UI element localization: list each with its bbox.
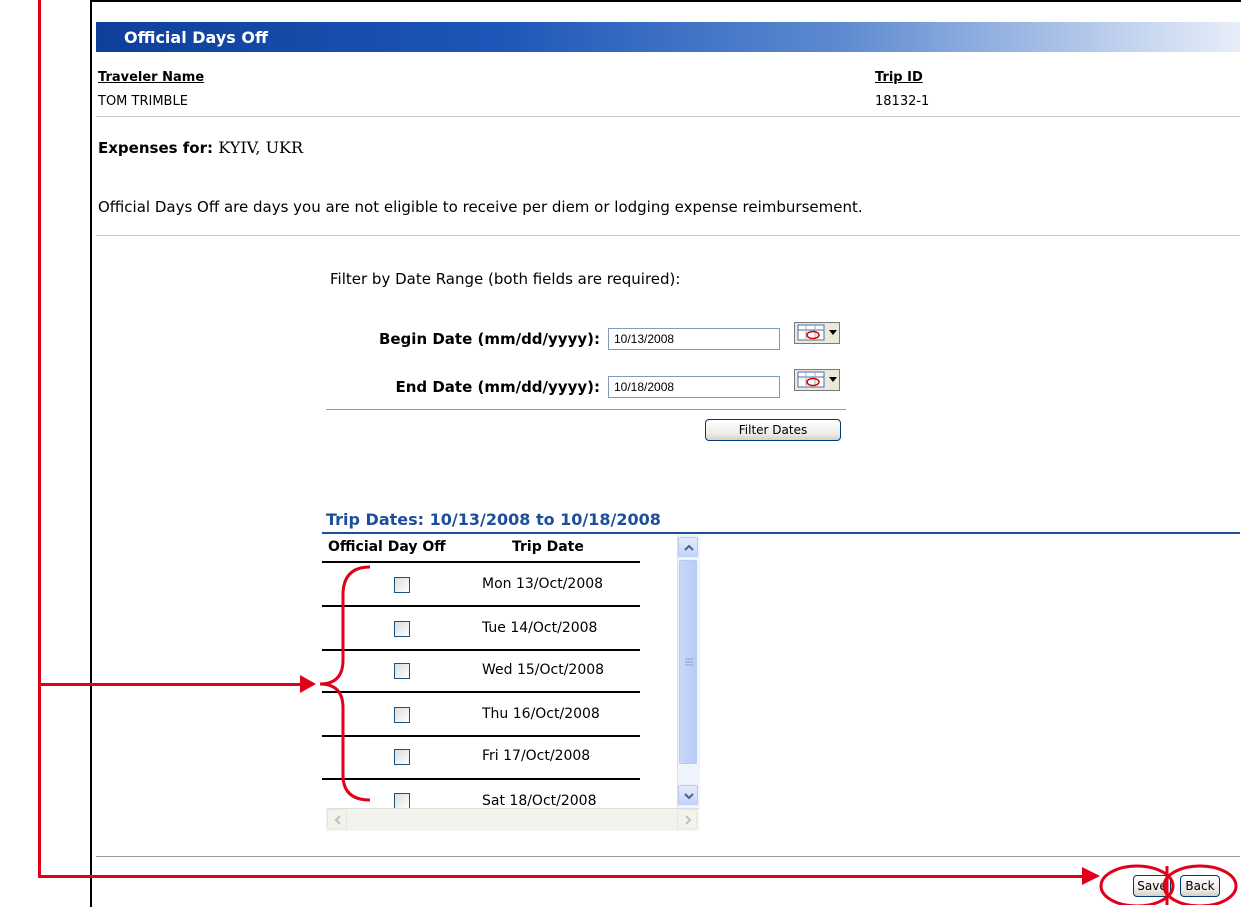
annotation-arrowhead xyxy=(300,675,316,693)
annotation-overlay xyxy=(300,565,1238,905)
annotation-circle xyxy=(1162,864,1238,905)
annotation-circle xyxy=(1099,864,1175,905)
annotation-brace xyxy=(319,565,371,802)
annotation-arrowhead xyxy=(1082,867,1100,885)
